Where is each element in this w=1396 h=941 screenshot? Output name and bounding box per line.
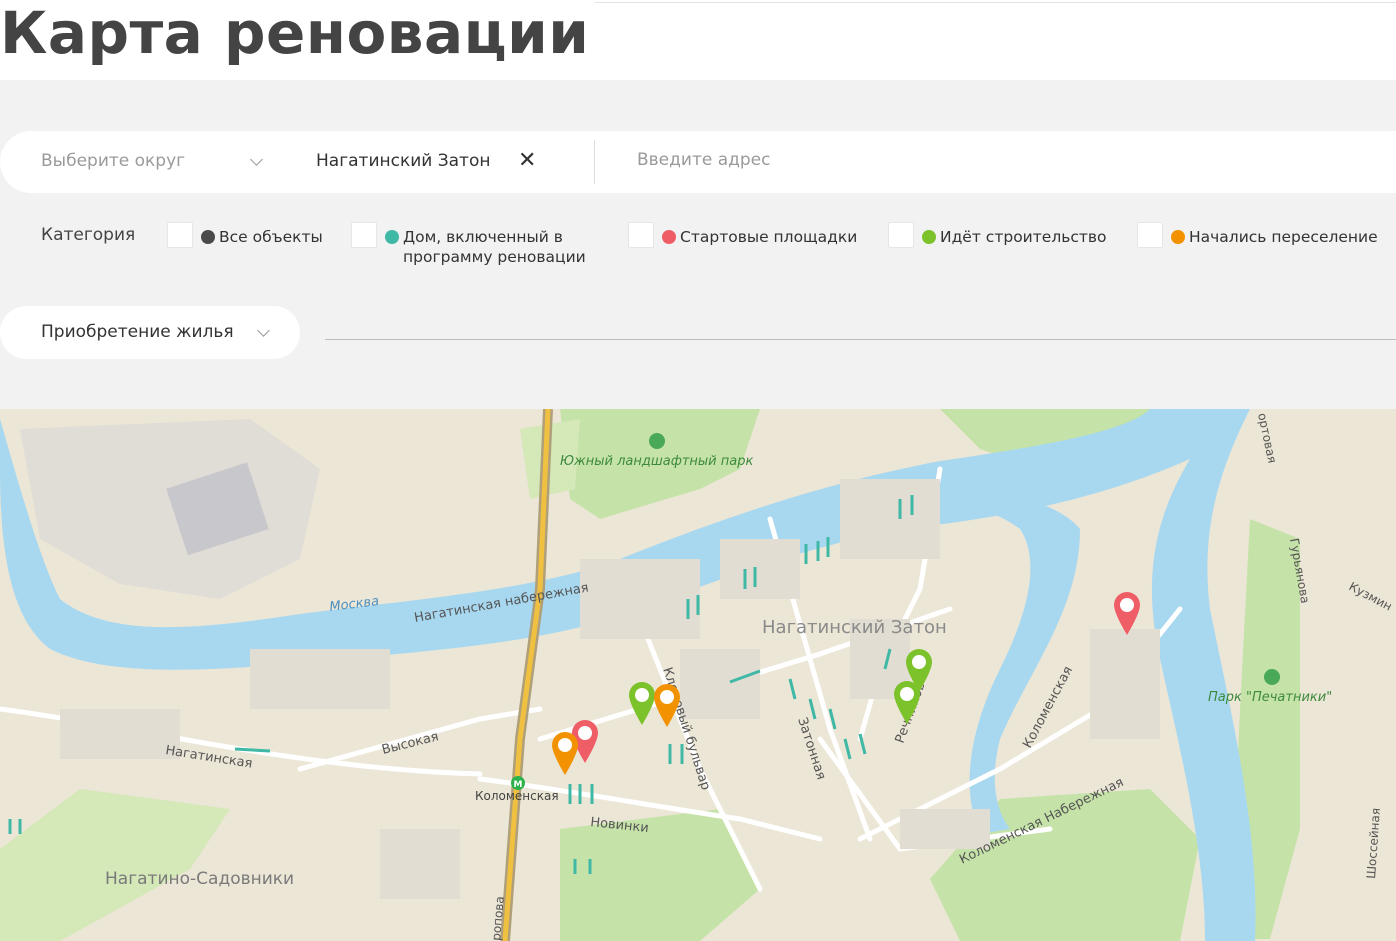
category-renovation-house-dot-icon [385, 230, 399, 244]
category-start-sites[interactable]: Стартовые площадки [628, 222, 857, 248]
category-resettlement-checkbox[interactable] [1137, 222, 1163, 248]
district-select[interactable]: Выберите округ [41, 151, 185, 171]
category-renovation-house-label: Дом, включенный в программу реновации [403, 228, 586, 266]
category-label: Категория [41, 225, 136, 245]
chevron-down-icon[interactable] [257, 324, 270, 337]
category-construction-label: Идёт строительство [940, 228, 1107, 246]
category-start-sites-checkbox[interactable] [628, 222, 654, 248]
category-construction-dot-icon [922, 230, 936, 244]
acquisition-dropdown[interactable]: Приобретение жилья [0, 306, 300, 359]
renovation-map[interactable]: М Южный ландшафтный парк Парк "Печатники… [0, 409, 1396, 941]
address-input[interactable] [637, 150, 1237, 170]
filter-panel: Выберите округ Нагатинский Затон ✕ Катег… [0, 80, 1396, 409]
category-start-sites-dot-icon [662, 230, 676, 244]
area-value[interactable]: Нагатинский Затон [316, 151, 490, 171]
category-all-checkbox[interactable] [167, 222, 193, 248]
category-resettlement[interactable]: Начались переселение [1137, 222, 1378, 248]
category-construction-checkbox[interactable] [888, 222, 914, 248]
label-park-pechatniki: Парк "Печатники" [1208, 690, 1332, 705]
label-district-sw: Нагатино-Садовники [105, 869, 294, 889]
acquisition-label: Приобретение жилья [41, 322, 234, 342]
acquisition-divider [325, 339, 1396, 340]
category-resettlement-dot-icon [1171, 230, 1185, 244]
park-icon [649, 433, 665, 449]
chevron-down-icon[interactable] [250, 153, 263, 166]
category-start-sites-label: Стартовые площадки [680, 228, 858, 246]
category-all[interactable]: Все объекты [167, 222, 323, 248]
category-construction[interactable]: Идёт строительство [888, 222, 1107, 248]
label-park-south: Южный ландшафтный парк [560, 454, 753, 469]
category-resettlement-label: Начались переселение [1189, 228, 1378, 246]
page-title: Карта реновации [0, 0, 590, 67]
park-pechatniki-icon [1264, 669, 1280, 685]
category-renovation-house[interactable]: Дом, включенный в программу реновации [351, 222, 603, 267]
label-district-center: Нагатинский Затон [762, 617, 947, 638]
clear-area-icon[interactable]: ✕ [518, 148, 536, 173]
category-all-dot-icon [201, 230, 215, 244]
search-bar: Выберите округ Нагатинский Затон ✕ [0, 131, 1396, 193]
search-divider [594, 140, 595, 184]
category-all-label: Все объекты [219, 228, 323, 246]
header-divider [595, 2, 1396, 3]
label-metro-kolomenskaya: Коломенская [475, 789, 559, 803]
category-renovation-house-checkbox[interactable] [351, 222, 377, 248]
